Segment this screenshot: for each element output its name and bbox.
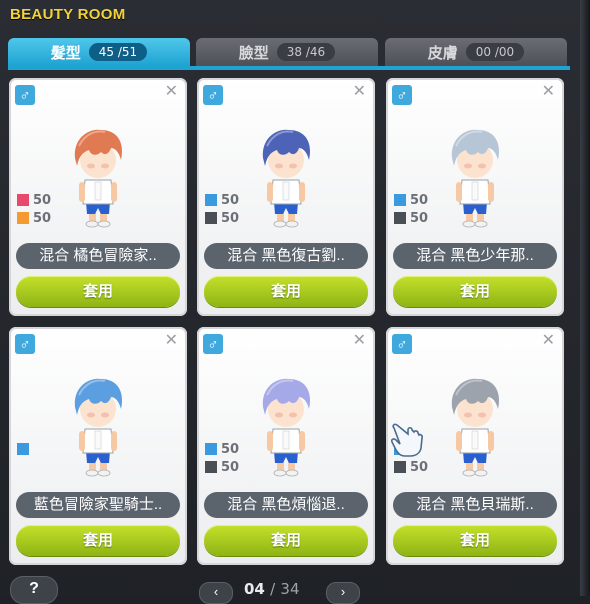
window-scrollbar[interactable] [580, 0, 590, 596]
color-swatch [17, 212, 29, 224]
close-icon[interactable]: ✕ [353, 82, 366, 102]
apply-button[interactable]: 套用 [16, 525, 180, 556]
male-gender-icon: ♂ [15, 334, 35, 354]
hair-name-label: 混合 黑色復古劉.. [204, 243, 368, 269]
stat-row [17, 440, 33, 458]
male-gender-icon: ♂ [392, 334, 412, 354]
male-gender-icon: ♂ [15, 85, 35, 105]
stat-row: 50 [394, 458, 428, 476]
next-page-button[interactable]: › [326, 582, 360, 604]
apply-button[interactable]: 套用 [16, 276, 180, 307]
apply-button[interactable]: 套用 [393, 276, 557, 307]
page-indicator: 04 / 34 [244, 580, 300, 598]
apply-button[interactable]: 套用 [204, 276, 368, 307]
tab-skin-label: 皮膚 [427, 44, 458, 62]
male-gender-icon: ♂ [392, 85, 412, 105]
page-total: 34 [280, 580, 300, 598]
prev-page-button[interactable]: ‹ [199, 582, 233, 604]
stat-row: 50 [205, 191, 239, 209]
hair-name-label: 混合 黑色煩惱退.. [204, 492, 368, 518]
help-button[interactable]: ? [10, 576, 58, 604]
avatar-preview [262, 129, 311, 228]
tab-skin[interactable]: 皮膚 00 /00 [385, 38, 567, 66]
avatar-preview [262, 378, 311, 477]
stat-value: 50 [221, 192, 240, 208]
stat-value: 50 [221, 459, 240, 475]
stat-block: 50 50 [394, 191, 428, 227]
apply-button[interactable]: 套用 [204, 525, 368, 556]
page-current: 04 [244, 580, 265, 598]
tab-hair[interactable]: 髮型 45 /51 [8, 38, 190, 66]
hair-name-label: 混合 黑色少年那.. [393, 243, 557, 269]
hair-name-label: 混合 橘色冒險家.. [16, 243, 180, 269]
close-icon[interactable]: ✕ [165, 82, 178, 102]
male-gender-icon: ♂ [203, 334, 223, 354]
tab-face[interactable]: 臉型 38 /46 [196, 38, 378, 66]
tab-skin-count: 00 /00 [465, 43, 525, 61]
stat-row: 50 [205, 458, 239, 476]
close-icon[interactable]: ✕ [165, 331, 178, 351]
close-icon[interactable]: ✕ [542, 82, 555, 102]
window-title: BEAUTY ROOM [10, 6, 126, 23]
stat-value: 50 [410, 459, 429, 475]
avatar-preview [74, 129, 123, 228]
stat-row: 50 [205, 440, 239, 458]
stat-value: 50 [33, 210, 52, 226]
page-separator: / [270, 580, 276, 598]
color-swatch [205, 194, 217, 206]
stat-row: 50 [17, 191, 51, 209]
color-swatch [205, 212, 217, 224]
stat-value: 50 [221, 210, 240, 226]
avatar-preview [74, 378, 123, 477]
hair-card[interactable]: ♂ ✕ 50 50 [9, 78, 187, 316]
stat-row: 50 [394, 191, 428, 209]
avatar-preview [451, 378, 500, 477]
color-swatch [394, 194, 406, 206]
hair-card[interactable]: ♂ ✕ 50 50 [386, 78, 564, 316]
close-icon[interactable]: ✕ [542, 331, 555, 351]
color-swatch [394, 212, 406, 224]
tab-underline [8, 66, 570, 70]
hair-card[interactable]: ♂ ✕ 50 50 [197, 78, 375, 316]
stat-row: 50 [205, 209, 239, 227]
close-icon[interactable]: ✕ [353, 331, 366, 351]
apply-button[interactable]: 套用 [393, 525, 557, 556]
stat-block: 50 50 [17, 191, 51, 227]
stat-row: 50 [17, 209, 51, 227]
stat-value: 50 [410, 192, 429, 208]
tab-hair-label: 髮型 [50, 44, 81, 62]
avatar-preview [451, 129, 500, 228]
stat-row: 50 [394, 209, 428, 227]
color-swatch [205, 461, 217, 473]
stat-block [17, 440, 33, 458]
hair-name-label: 藍色冒險家聖騎士.. [16, 492, 180, 518]
hair-card[interactable]: ♂ ✕ 藍色冒險家聖騎士.. 套用 [9, 327, 187, 565]
stat-value: 50 [221, 441, 240, 457]
tab-face-label: 臉型 [238, 44, 269, 62]
color-swatch [205, 443, 217, 455]
stat-value: 50 [33, 192, 52, 208]
male-gender-icon: ♂ [203, 85, 223, 105]
color-swatch [394, 461, 406, 473]
stat-value: 50 [410, 210, 429, 226]
stat-block: 50 50 [205, 440, 239, 476]
stat-block: 50 50 [205, 191, 239, 227]
hair-card[interactable]: ♂ ✕ 50 50 [197, 327, 375, 565]
tab-face-count: 38 /46 [276, 43, 336, 61]
hair-name-label: 混合 黑色貝瑞斯.. [393, 492, 557, 518]
color-swatch [17, 443, 29, 455]
hand-cursor-icon [391, 423, 423, 457]
color-swatch [17, 194, 29, 206]
tab-hair-count: 45 /51 [88, 43, 148, 61]
